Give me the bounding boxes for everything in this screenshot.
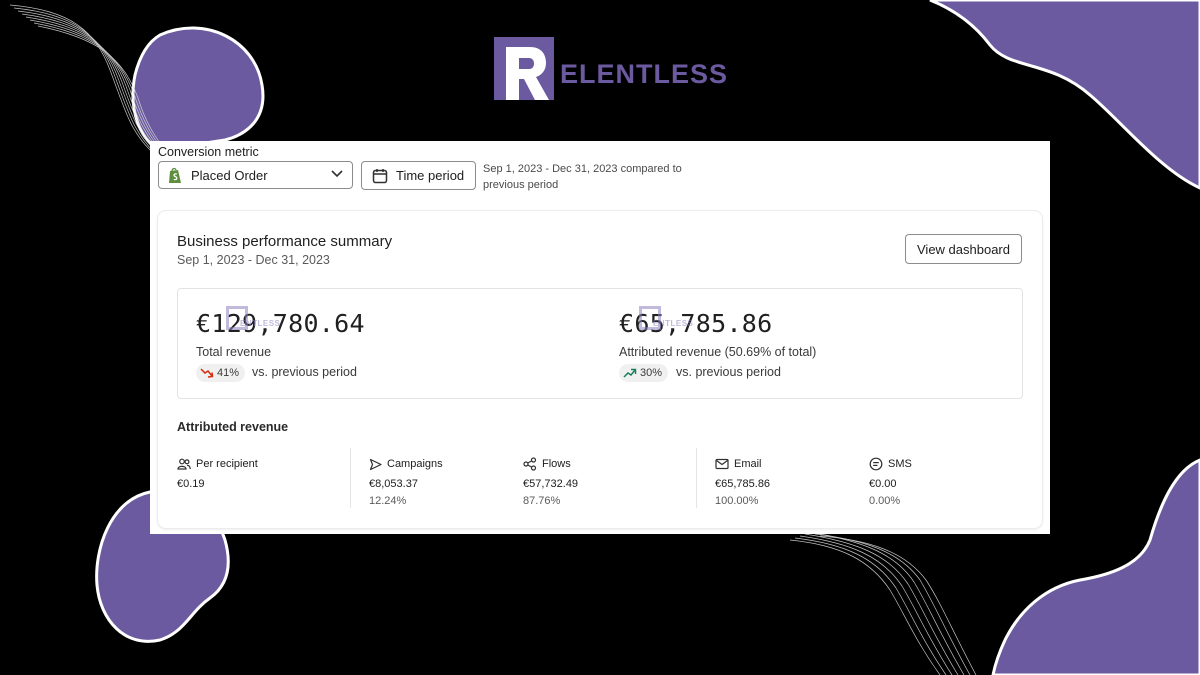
revenue-metrics-box: €129,780.64 ENTLESS Total revenue 41% vs… — [177, 288, 1023, 399]
trend-up-icon — [623, 368, 637, 378]
attributed-revenue-change: 30% — [640, 367, 663, 379]
stat-value: €0.00 — [869, 478, 897, 490]
conversion-metric-select[interactable]: Placed Order — [158, 161, 353, 189]
total-revenue-change-badge: 41% — [196, 364, 246, 382]
conversion-metric-label: Conversion metric — [158, 145, 259, 159]
logo-wordmark: ELENTLESS — [560, 58, 729, 89]
people-icon — [177, 458, 191, 470]
comparison-text: Sep 1, 2023 - Dec 31, 2023 compared to p… — [483, 163, 682, 191]
stat-percent: 0.00% — [869, 495, 901, 507]
divider — [696, 448, 697, 508]
stat-email: Email €65,785.86 100.00% — [715, 456, 770, 507]
logo-mark — [494, 36, 554, 100]
flows-icon — [523, 457, 537, 471]
attributed-revenue-title: Attributed revenue — [177, 420, 289, 434]
total-revenue-label: Total revenue — [196, 345, 272, 359]
total-revenue-value: €129,780.64 — [196, 309, 365, 338]
stat-per-recipient: Per recipient €0.19 — [177, 456, 258, 490]
card-title: Business performance summary — [177, 233, 393, 250]
shopify-icon — [169, 167, 181, 183]
attributed-revenue-comparison: vs. previous period — [676, 365, 781, 379]
business-performance-card: Business performance summary Sep 1, 2023… — [158, 211, 1042, 528]
stat-label: Campaigns — [387, 458, 443, 470]
total-revenue-comparison: vs. previous period — [252, 365, 357, 379]
stat-value: €65,785.86 — [715, 478, 771, 490]
stat-percent: 87.76% — [523, 495, 561, 507]
time-period-button[interactable]: Time period — [361, 161, 476, 190]
stat-value: €8,053.37 — [369, 478, 418, 490]
stat-value: €57,732.49 — [523, 478, 579, 490]
selected-metric: Placed Order — [191, 167, 268, 183]
stat-flows: Flows €57,732.49 87.76% — [523, 456, 578, 507]
calendar-icon — [372, 168, 388, 183]
attributed-revenue-value: €65,785.86 — [619, 309, 773, 338]
chevron-down-icon — [331, 170, 343, 178]
stat-campaigns: Campaigns €8,053.37 12.24% — [369, 456, 443, 507]
stat-label: Flows — [542, 458, 571, 470]
stat-percent: 12.24% — [369, 495, 407, 507]
attributed-revenue-label: Attributed revenue (50.69% of total) — [619, 345, 817, 359]
stat-value: €0.19 — [177, 478, 205, 490]
stat-percent: 100.00% — [715, 495, 759, 507]
card-date-range: Sep 1, 2023 - Dec 31, 2023 — [177, 253, 330, 267]
time-period-label: Time period — [396, 168, 465, 183]
brand-logo: ELENTLESS — [494, 36, 728, 100]
view-dashboard-button[interactable]: View dashboard — [905, 234, 1022, 264]
total-revenue-change: 41% — [217, 367, 240, 379]
sms-icon — [869, 457, 883, 471]
stat-sms: SMS €0.00 0.00% — [869, 456, 912, 507]
send-icon — [369, 458, 382, 470]
attributed-revenue-change-badge: 30% — [619, 364, 669, 382]
trend-down-icon — [200, 368, 214, 378]
stat-label: Per recipient — [196, 458, 258, 470]
dashboard-panel: Conversion metric Placed Order Time peri… — [150, 141, 1050, 534]
mail-icon — [715, 458, 729, 470]
stat-label: SMS — [888, 458, 912, 470]
divider — [350, 448, 351, 508]
stat-label: Email — [734, 458, 762, 470]
